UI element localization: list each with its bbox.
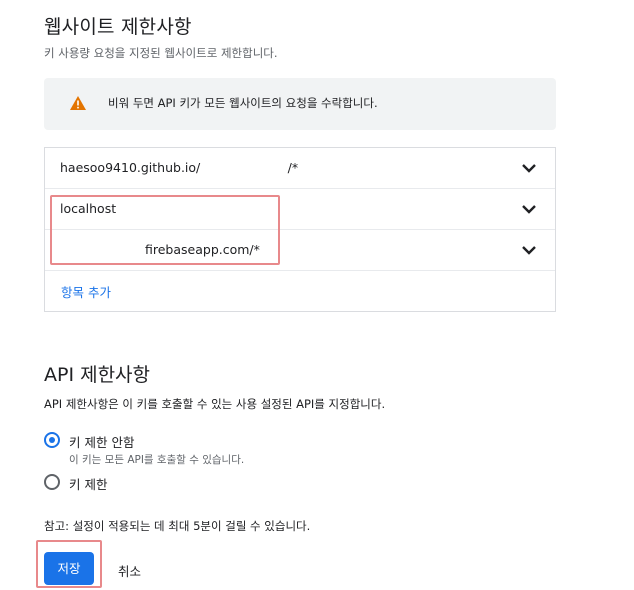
radio-no-restriction-hint: 이 키는 모든 API를 호출할 수 있습니다. xyxy=(69,454,245,466)
radio-no-restriction-label[interactable]: 키 제한 안함 xyxy=(69,432,134,451)
cancel-button[interactable]: 취소 xyxy=(118,561,141,580)
highlight-box xyxy=(50,195,280,265)
settings-note: 참고: 설정이 적용되는 데 최대 5분이 걸릴 수 있습니다. xyxy=(44,519,311,533)
radio-no-restriction[interactable] xyxy=(44,432,60,448)
add-item-link[interactable]: 항목 추가 xyxy=(61,282,111,301)
radio-restrict-key[interactable] xyxy=(44,474,60,490)
warning-icon xyxy=(70,96,86,110)
api-restrictions-description: API 제한사항은 이 키를 호출할 수 있는 사용 설정된 API를 지정합니… xyxy=(44,397,386,411)
warning-banner: 비워 두면 API 키가 모든 웹사이트의 요청을 수락합니다. xyxy=(44,78,556,130)
website-restrictions-title: 웹사이트 제한사항 xyxy=(44,16,192,38)
save-button[interactable]: 저장 xyxy=(44,552,94,585)
chevron-down-icon[interactable] xyxy=(521,203,537,215)
website-item[interactable]: haesoo9410.github.io/ /* xyxy=(45,148,555,189)
website-restrictions-subtitle: 키 사용량 요청을 지정된 웹사이트로 제한합니다. xyxy=(44,46,278,60)
radio-restrict-key-label[interactable]: 키 제한 xyxy=(69,474,107,493)
api-restrictions-title: API 제한사항 xyxy=(44,364,151,386)
chevron-down-icon[interactable] xyxy=(521,244,537,256)
warning-text: 비워 두면 API 키가 모든 웹사이트의 요청을 수락합니다. xyxy=(108,96,378,110)
chevron-down-icon[interactable] xyxy=(521,162,537,174)
website-item-value: haesoo9410.github.io/ /* xyxy=(60,160,299,175)
